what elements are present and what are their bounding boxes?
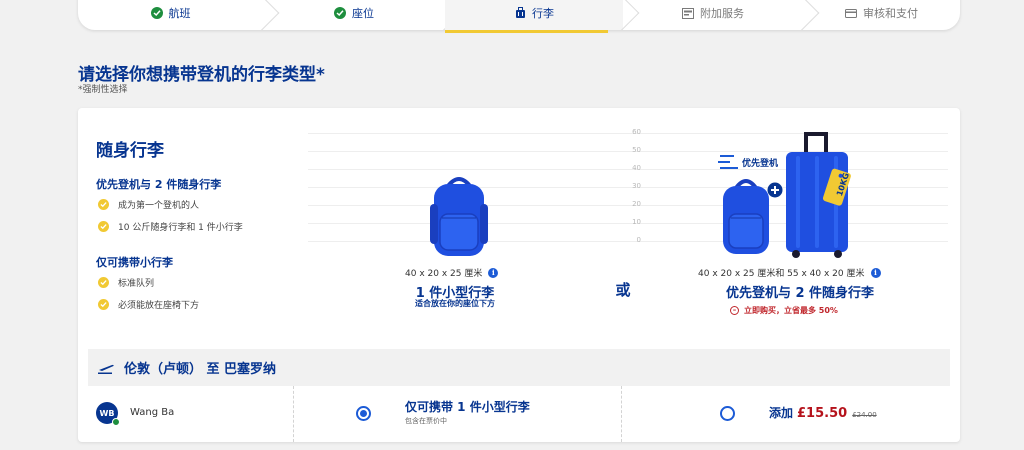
- check-circle-icon: [150, 7, 163, 19]
- cabin-bag-card: 随身行李 优先登机与 2 件随身行李 成为第一个登机的人 10 公斤随身行李和 …: [78, 108, 960, 442]
- route-header: 伦敦（卢顿） 至 巴塞罗纳: [88, 349, 950, 386]
- check-circle-icon: [334, 7, 346, 19]
- add-priority-option[interactable]: 添加 £15.50 £24.00: [769, 404, 877, 421]
- step-review-pay[interactable]: 审核和支付: [803, 0, 960, 30]
- priority-lines-icon: [718, 155, 738, 169]
- luggage-icon: [514, 7, 526, 19]
- active-step-indicator: [445, 30, 608, 33]
- plus-icon: [767, 182, 783, 198]
- small-bag-dims-text: 40 x 20 x 25 厘米: [405, 269, 483, 279]
- bullet-item: 标准队列: [98, 276, 154, 289]
- cabin-bag-title: 随身行李: [96, 141, 164, 161]
- add-label: 添加: [769, 406, 794, 420]
- step-label: 座位: [352, 7, 374, 20]
- column-divider: [293, 386, 294, 442]
- step-label: 审核和支付: [863, 7, 918, 20]
- promo-text: – 立即购买，立省最多 50%: [730, 305, 838, 316]
- backpack-image: [723, 179, 769, 254]
- scale-label: 60: [632, 128, 641, 136]
- bullet-item: 10 公斤随身行李和 1 件小行李: [98, 220, 243, 233]
- step-bags[interactable]: 行李: [445, 0, 623, 30]
- priority-tag: 优先登机: [718, 155, 778, 169]
- step-flights[interactable]: 航班: [78, 0, 263, 30]
- check-circle-icon: [98, 277, 109, 288]
- scale-label: 0: [636, 236, 641, 244]
- step-label: 航班: [168, 7, 191, 20]
- passenger-row: WB Wang Ba 仅可携带 1 件小型行李 包含在票价中 添加 £15.50…: [78, 386, 960, 442]
- plane-takeoff-icon: [98, 364, 114, 374]
- promo-label: 立即购买，立省最多 50%: [744, 306, 838, 315]
- priority-bag-dimensions: 40 x 20 x 25 厘米和 55 x 40 x 20 厘米 i: [698, 266, 881, 279]
- booking-steps: 航班 座位 行李 附加服务 审核和支付: [78, 0, 960, 30]
- price: £15.50: [797, 406, 848, 421]
- info-icon[interactable]: i: [488, 267, 499, 278]
- bullet-text: 标准队列: [118, 279, 155, 289]
- route-label: 伦敦（卢顿） 至 巴塞罗纳: [124, 362, 277, 377]
- small-bag-option-sub: 包含在票价中: [405, 417, 447, 425]
- check-circle-icon: [98, 221, 109, 232]
- small-bag-dimensions: 40 x 20 x 25 厘米 i: [405, 266, 499, 279]
- check-badge-icon: [112, 418, 120, 426]
- small-bag-option-title[interactable]: 仅可携带 1 件小型行李: [405, 398, 530, 415]
- avatar-initials: WB: [99, 408, 115, 418]
- passenger-name: Wang Ba: [130, 407, 175, 418]
- bullet-text: 成为第一个登机的人: [118, 201, 200, 211]
- bullet-item: 成为第一个登机的人: [98, 198, 199, 211]
- priority-group-title: 优先登机与 2 件随身行李: [96, 178, 222, 191]
- required-note: *强制性选择: [78, 85, 128, 95]
- step-extras[interactable]: 附加服务: [623, 0, 803, 30]
- small-bag-group-title: 仅可携带小行李: [96, 256, 173, 269]
- extras-icon: [682, 7, 694, 19]
- priority-dims-text: 40 x 20 x 25 厘米和 55 x 40 x 20 厘米: [698, 269, 865, 279]
- scale-label: 50: [632, 146, 641, 154]
- avatar: WB: [96, 402, 120, 426]
- or-divider: 或: [606, 272, 640, 306]
- bullet-item: 必须能放在座椅下方: [98, 298, 199, 311]
- check-circle-icon: [98, 199, 109, 210]
- step-label: 行李: [532, 7, 554, 20]
- card-icon: [845, 7, 857, 19]
- scale-label: 20: [632, 200, 641, 208]
- minus-circle-icon: –: [730, 306, 739, 315]
- scale-label: 40: [632, 164, 641, 172]
- bullet-text: 10 公斤随身行李和 1 件小行李: [118, 223, 243, 233]
- priority-bag-name: 优先登机与 2 件随身行李: [725, 286, 875, 301]
- scale-label: 30: [632, 182, 641, 190]
- suitcase-image: [786, 132, 851, 258]
- backpack-image: [430, 177, 488, 256]
- radio-dot: [360, 410, 367, 417]
- priority-radio[interactable]: [720, 406, 735, 421]
- scale-label: 10: [632, 218, 641, 226]
- check-circle-icon: [98, 299, 109, 310]
- old-price: £24.00: [852, 411, 877, 419]
- info-icon[interactable]: i: [870, 267, 881, 278]
- small-bag-sub: 适合放在你的座位下方: [415, 299, 495, 308]
- small-bag-radio[interactable]: [356, 406, 371, 421]
- column-divider: [621, 386, 622, 442]
- priority-tag-text: 优先登机: [742, 158, 779, 169]
- bullet-text: 必须能放在座椅下方: [118, 301, 200, 311]
- step-seats[interactable]: 座位: [263, 0, 445, 30]
- step-label: 附加服务: [700, 7, 744, 20]
